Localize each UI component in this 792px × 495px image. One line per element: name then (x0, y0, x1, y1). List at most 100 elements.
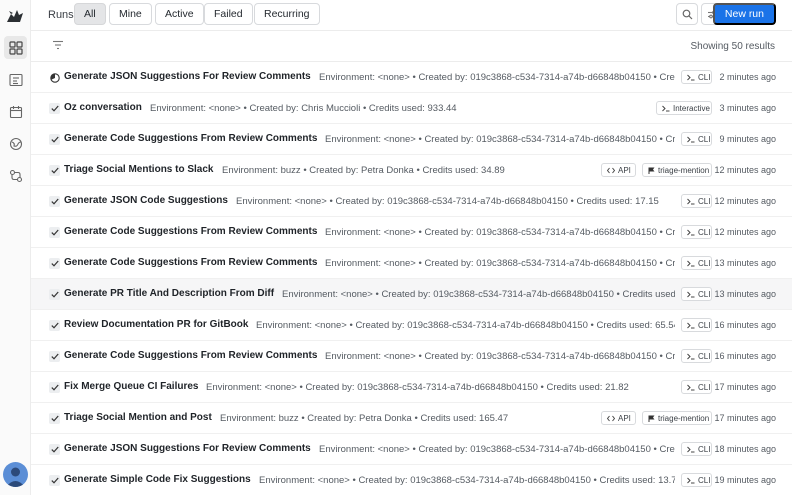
run-tag: CLI (681, 318, 712, 332)
terminal-icon (687, 322, 695, 329)
runs-grid-icon[interactable] (4, 36, 27, 59)
search-button[interactable] (676, 3, 698, 25)
run-row[interactable]: Generate Simple Code Fix Suggestions Envi… (31, 465, 792, 495)
run-tag-label: CLI (698, 289, 711, 299)
run-tag-label: triage-mention (658, 165, 710, 175)
run-title: Triage Social Mentions to Slack (64, 164, 214, 175)
search-icon (682, 9, 692, 19)
globe-icon[interactable] (4, 132, 27, 155)
run-meta: Environment: buzz • Created by: Petra Do… (222, 165, 505, 176)
filter-failed-button[interactable]: Failed (204, 3, 253, 25)
code-icon (607, 167, 615, 174)
run-row[interactable]: Oz conversation Environment: <none> • Cre… (31, 93, 792, 124)
run-meta: Environment: <none> • Created by: 019c38… (256, 320, 675, 331)
terminal-icon (687, 477, 695, 484)
run-title: Generate Code Suggestions From Review Co… (64, 226, 318, 237)
sidebar (0, 0, 31, 495)
check-icon (49, 134, 60, 145)
running-status-icon (49, 72, 60, 83)
run-tag-label: Interactive (673, 103, 710, 113)
terminal-icon (687, 384, 695, 391)
flag-icon (648, 167, 655, 174)
filter-lines-icon[interactable] (52, 40, 64, 53)
calendar-icon[interactable] (4, 100, 27, 123)
run-row[interactable]: Generate PR Title And Description From D… (31, 279, 792, 310)
dashboard-icon[interactable] (4, 68, 27, 91)
run-meta: Environment: <none> • Created by: 019c38… (325, 351, 675, 362)
terminal-icon (687, 74, 695, 81)
new-run-button[interactable]: New run (712, 3, 776, 25)
terminal-icon (687, 260, 695, 267)
run-row[interactable]: Triage Social Mention and Post Environmen… (31, 403, 792, 434)
run-row[interactable]: Triage Social Mentions to Slack Environme… (31, 155, 792, 186)
run-meta: Environment: <none> • Created by: 019c38… (319, 444, 675, 455)
run-tag: CLI (681, 225, 712, 239)
run-tag: CLI (681, 380, 712, 394)
filter-recurring-button[interactable]: Recurring (254, 3, 320, 25)
run-title: Generate Code Suggestions From Review Co… (64, 133, 318, 144)
run-row[interactable]: Generate JSON Code Suggestions Environmen… (31, 186, 792, 217)
filter-mine-button[interactable]: Mine (109, 3, 152, 25)
run-time: 16 minutes ago (714, 351, 776, 361)
check-icon (49, 320, 60, 331)
run-tag-label: CLI (698, 196, 711, 206)
terminal-icon (687, 291, 695, 298)
run-tag-label: CLI (698, 258, 711, 268)
run-tag-label: CLI (698, 444, 711, 454)
run-row[interactable]: Fix Merge Queue CI Failures Environment: … (31, 372, 792, 403)
app-logo-icon[interactable] (6, 8, 24, 24)
run-meta: Environment: <none> • Created by: 019c38… (236, 196, 659, 207)
run-tag: CLI (681, 349, 712, 363)
run-time: 12 minutes ago (714, 227, 776, 237)
avatar[interactable] (3, 462, 28, 487)
run-row[interactable]: Generate Code Suggestions From Review Co… (31, 248, 792, 279)
run-row[interactable]: Generate Code Suggestions From Review Co… (31, 124, 792, 155)
run-row[interactable]: Generate JSON Suggestions For Review Com… (31, 62, 792, 93)
run-tag: CLI (681, 442, 712, 456)
run-title: Oz conversation (64, 102, 142, 113)
check-icon (49, 103, 60, 114)
terminal-icon (687, 136, 695, 143)
check-icon (49, 196, 60, 207)
run-tag-label: API (618, 413, 631, 423)
run-tag-label: CLI (698, 227, 711, 237)
check-icon (49, 475, 60, 486)
filter-all-button[interactable]: All (74, 3, 106, 25)
run-title: Triage Social Mention and Post (64, 412, 212, 423)
terminal-icon (687, 229, 695, 236)
run-tag: CLI (681, 287, 712, 301)
run-time: 17 minutes ago (714, 382, 776, 392)
check-icon (49, 413, 60, 424)
run-tag: CLI (681, 256, 712, 270)
filter-active-button[interactable]: Active (155, 3, 204, 25)
run-row[interactable]: Generate Code Suggestions From Review Co… (31, 217, 792, 248)
top-toolbar: Runs All Mine Active Failed Recurring Ne… (31, 0, 792, 31)
run-time: 13 minutes ago (714, 289, 776, 299)
run-tag-label: triage-mention (658, 413, 710, 423)
run-tag: Interactive (656, 101, 712, 115)
run-meta: Environment: <none> • Created by: 019c38… (206, 382, 629, 393)
results-count: Showing 50 results (690, 41, 776, 52)
run-tag: triage-mention (642, 163, 712, 177)
run-row[interactable]: Generate JSON Suggestions For Review Com… (31, 434, 792, 465)
check-icon (49, 289, 60, 300)
run-tag-label: CLI (698, 351, 711, 361)
run-row[interactable]: Review Documentation PR for GitBook Envir… (31, 310, 792, 341)
check-icon (49, 351, 60, 362)
run-tag-label: CLI (698, 475, 711, 485)
run-meta: Environment: <none> • Created by: 019c38… (319, 72, 675, 83)
run-meta: Environment: <none> • Created by: 019c38… (325, 258, 675, 269)
run-tag: CLI (681, 194, 712, 208)
run-row[interactable]: Generate Code Suggestions From Review Co… (31, 341, 792, 372)
run-title: Generate Code Suggestions From Review Co… (64, 257, 318, 268)
integrations-icon[interactable] (4, 164, 27, 187)
run-tag: CLI (681, 70, 712, 84)
run-title: Generate Code Suggestions From Review Co… (64, 350, 318, 361)
run-meta: Environment: <none> • Created by: 019c38… (282, 289, 675, 300)
check-icon (49, 258, 60, 269)
run-tag-label: CLI (698, 382, 711, 392)
run-meta: Environment: buzz • Created by: Petra Do… (220, 413, 509, 424)
run-title: Generate JSON Code Suggestions (64, 195, 228, 206)
run-meta: Environment: <none> • Created by: 019c38… (325, 134, 675, 145)
list-header: Showing 50 results (31, 31, 792, 62)
